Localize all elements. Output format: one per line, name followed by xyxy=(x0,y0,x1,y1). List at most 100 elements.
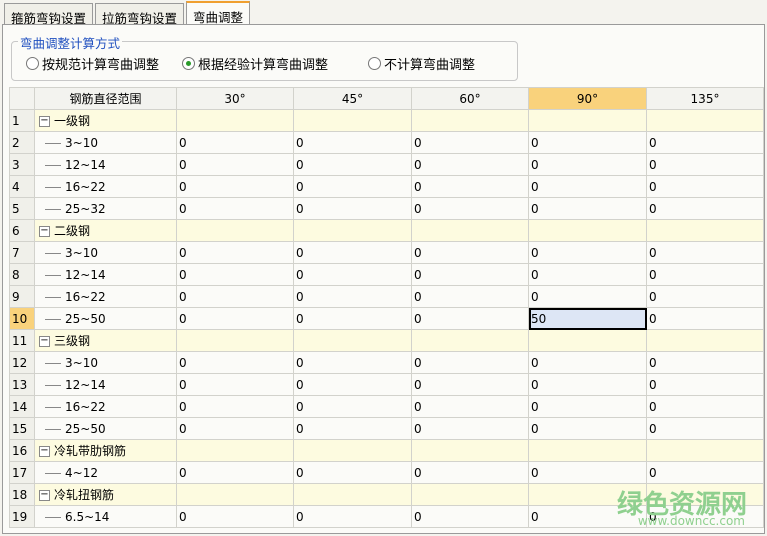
value-cell[interactable]: 0 xyxy=(411,131,529,154)
range-cell[interactable]: 12~14 xyxy=(34,373,177,396)
radio-button-icon[interactable] xyxy=(26,57,39,70)
value-cell[interactable]: 0 xyxy=(293,395,412,418)
empty-cell[interactable] xyxy=(411,219,529,242)
value-cell[interactable]: 0 xyxy=(528,175,647,198)
value-cell[interactable]: 0 xyxy=(176,395,294,418)
radio-option[interactable]: 根据经验计算弯曲调整 xyxy=(182,54,328,73)
value-cell[interactable]: 0 xyxy=(646,263,764,286)
empty-cell[interactable] xyxy=(176,219,294,242)
empty-cell[interactable] xyxy=(411,329,529,352)
column-header[interactable]: 钢筋直径范围 xyxy=(34,87,177,110)
column-header[interactable]: 135° xyxy=(646,87,764,110)
value-cell[interactable]: 0 xyxy=(176,153,294,176)
value-cell[interactable]: 0 xyxy=(411,263,529,286)
value-cell[interactable]: 0 xyxy=(646,417,764,440)
group-cell[interactable]: − 三级钢 xyxy=(34,329,177,352)
range-cell[interactable]: 3~10 xyxy=(34,351,177,374)
radio-option[interactable]: 按规范计算弯曲调整 xyxy=(26,54,159,73)
empty-cell[interactable] xyxy=(176,329,294,352)
value-cell[interactable]: 0 xyxy=(293,131,412,154)
value-cell[interactable]: 0 xyxy=(176,241,294,264)
value-cell[interactable]: 0 xyxy=(646,307,764,330)
empty-cell[interactable] xyxy=(293,219,412,242)
value-cell[interactable]: 0 xyxy=(646,131,764,154)
collapse-icon[interactable]: − xyxy=(39,336,50,347)
empty-cell[interactable] xyxy=(411,109,529,132)
value-cell[interactable]: 0 xyxy=(528,153,647,176)
value-cell[interactable]: 0 xyxy=(293,351,412,374)
value-cell[interactable]: 0 xyxy=(293,241,412,264)
empty-cell[interactable] xyxy=(528,329,647,352)
empty-cell[interactable] xyxy=(176,439,294,462)
tab-tie-hook[interactable]: 拉筋弯钩设置 xyxy=(95,3,185,26)
value-cell[interactable]: 0 xyxy=(528,241,647,264)
value-cell[interactable]: 0 xyxy=(646,285,764,308)
column-header[interactable]: 45° xyxy=(293,87,412,110)
value-cell[interactable]: 0 xyxy=(646,241,764,264)
value-cell[interactable]: 50 xyxy=(528,307,647,330)
collapse-icon[interactable]: − xyxy=(39,226,50,237)
empty-cell[interactable] xyxy=(293,483,412,506)
collapse-icon[interactable]: − xyxy=(39,116,50,127)
column-header[interactable]: 90° xyxy=(528,87,647,110)
collapse-icon[interactable]: − xyxy=(39,490,50,501)
column-header[interactable] xyxy=(9,87,35,110)
range-cell[interactable]: 6.5~14 xyxy=(34,505,177,528)
value-cell[interactable]: 0 xyxy=(293,417,412,440)
tab-stirrup-hook[interactable]: 箍筋弯钩设置 xyxy=(4,3,94,26)
range-cell[interactable]: 16~22 xyxy=(34,285,177,308)
value-cell[interactable]: 0 xyxy=(646,461,764,484)
range-cell[interactable]: 12~14 xyxy=(34,153,177,176)
value-cell[interactable]: 0 xyxy=(528,131,647,154)
range-cell[interactable]: 3~10 xyxy=(34,241,177,264)
value-cell[interactable]: 0 xyxy=(411,175,529,198)
value-cell[interactable]: 0 xyxy=(176,351,294,374)
value-cell[interactable]: 0 xyxy=(293,197,412,220)
value-cell[interactable]: 0 xyxy=(411,417,529,440)
value-cell[interactable]: 0 xyxy=(176,461,294,484)
range-cell[interactable]: 12~14 xyxy=(34,263,177,286)
empty-cell[interactable] xyxy=(528,219,647,242)
value-cell[interactable]: 0 xyxy=(528,395,647,418)
value-cell[interactable]: 0 xyxy=(528,373,647,396)
value-cell[interactable]: 0 xyxy=(293,175,412,198)
value-cell[interactable]: 0 xyxy=(411,395,529,418)
value-cell[interactable]: 0 xyxy=(176,285,294,308)
value-cell[interactable]: 0 xyxy=(293,285,412,308)
group-cell[interactable]: − 冷轧带肋钢筋 xyxy=(34,439,177,462)
range-cell[interactable]: 4~12 xyxy=(34,461,177,484)
value-cell[interactable]: 0 xyxy=(176,131,294,154)
radio-option[interactable]: 不计算弯曲调整 xyxy=(368,54,475,73)
value-cell[interactable]: 0 xyxy=(646,153,764,176)
range-cell[interactable]: 16~22 xyxy=(34,395,177,418)
value-cell[interactable]: 0 xyxy=(646,175,764,198)
value-cell[interactable]: 0 xyxy=(411,197,529,220)
radio-button-icon[interactable] xyxy=(368,57,381,70)
value-cell[interactable]: 0 xyxy=(411,461,529,484)
value-cell[interactable]: 0 xyxy=(176,175,294,198)
value-cell[interactable]: 0 xyxy=(646,395,764,418)
value-cell[interactable]: 0 xyxy=(411,373,529,396)
value-cell[interactable]: 0 xyxy=(528,197,647,220)
value-cell[interactable]: 0 xyxy=(528,263,647,286)
value-cell[interactable]: 0 xyxy=(176,307,294,330)
empty-cell[interactable] xyxy=(293,109,412,132)
empty-cell[interactable] xyxy=(646,329,764,352)
value-cell[interactable]: 0 xyxy=(176,505,294,528)
empty-cell[interactable] xyxy=(528,439,647,462)
group-cell[interactable]: − 二级钢 xyxy=(34,219,177,242)
value-cell[interactable]: 0 xyxy=(176,197,294,220)
column-header[interactable]: 30° xyxy=(176,87,294,110)
column-header[interactable]: 60° xyxy=(411,87,529,110)
value-cell[interactable]: 0 xyxy=(293,153,412,176)
value-cell[interactable]: 0 xyxy=(293,505,412,528)
empty-cell[interactable] xyxy=(411,483,529,506)
collapse-icon[interactable]: − xyxy=(39,446,50,457)
value-cell[interactable]: 0 xyxy=(176,263,294,286)
range-cell[interactable]: 25~50 xyxy=(34,307,177,330)
value-cell[interactable]: 0 xyxy=(293,263,412,286)
value-cell[interactable]: 0 xyxy=(293,461,412,484)
value-cell[interactable]: 0 xyxy=(293,307,412,330)
value-cell[interactable]: 0 xyxy=(293,373,412,396)
value-cell[interactable]: 0 xyxy=(411,153,529,176)
